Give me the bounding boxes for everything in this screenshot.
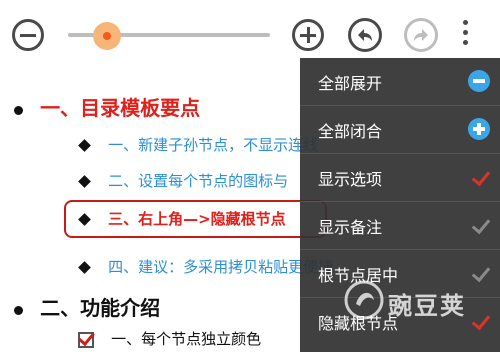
bullet-icon (14, 306, 23, 315)
menu-item-label: 显示选项 (318, 170, 383, 189)
menu-item-expand-all[interactable]: 全部展开 (300, 58, 500, 106)
diamond-bullet-icon (78, 261, 91, 274)
outline-item-highlighted[interactable]: 三、右上角—>隐藏根节点 (78, 208, 286, 229)
plus-circle-icon (468, 118, 490, 140)
minus-circle-icon (468, 70, 490, 92)
redo-button[interactable] (404, 18, 438, 52)
minus-icon (20, 34, 36, 37)
diamond-bullet-icon (78, 139, 91, 152)
item-label: 二、设置每个节点的图标与 (108, 172, 289, 190)
check-icon (471, 166, 491, 187)
zoom-slider-handle[interactable] (93, 22, 121, 50)
undo-button[interactable] (348, 18, 382, 52)
item-label: 一、新建子孙节点，不显示连线 (108, 136, 319, 154)
section-1-title: 一、目录模板要点 (40, 96, 201, 120)
section-2-title: 二、功能介绍 (40, 296, 161, 320)
zoom-out-button[interactable] (12, 19, 44, 51)
slider-dot (103, 32, 111, 40)
menu-item-show-options[interactable]: 显示选项 (300, 154, 500, 202)
outline-item[interactable]: 二、设置每个节点的图标与 (78, 170, 289, 191)
check-icon (471, 214, 491, 235)
diamond-bullet-icon (78, 175, 91, 188)
toolbar (0, 0, 500, 62)
item-label: 一、每个节点独立颜色 (111, 330, 262, 348)
outline-section-2[interactable]: 二、功能介绍 (14, 292, 160, 321)
menu-item-label: 显示备注 (318, 218, 383, 237)
menu-item-show-notes[interactable]: 显示备注 (300, 202, 500, 250)
menu-item-label: 全部展开 (318, 74, 383, 93)
watermark-text: 豌豆荚 (388, 292, 466, 320)
more-vertical-icon[interactable] (460, 20, 470, 50)
outline-section-1[interactable]: 一、目录模板要点 (14, 92, 200, 121)
bullet-icon (14, 106, 23, 115)
undo-arrow-icon (358, 29, 372, 41)
zoom-in-button[interactable] (292, 19, 324, 51)
outline-item[interactable]: 四、建议：多采用拷贝粘贴更便捷 (78, 256, 333, 277)
redo-arrow-icon (414, 29, 428, 41)
outline-item[interactable]: 一、每个节点独立颜色 (78, 328, 261, 349)
plus-icon-v (307, 27, 310, 43)
diamond-bullet-icon (78, 213, 91, 226)
outline-item[interactable]: 一、新建子孙节点，不显示连线 (78, 134, 319, 155)
item-label: 三、右上角—>隐藏根节点 (108, 210, 286, 228)
menu-item-label: 全部闭合 (318, 122, 383, 141)
watermark-logo: 豌豆荚 (342, 276, 494, 324)
menu-item-collapse-all[interactable]: 全部闭合 (300, 106, 500, 154)
checkbox-checked-icon (78, 331, 94, 348)
